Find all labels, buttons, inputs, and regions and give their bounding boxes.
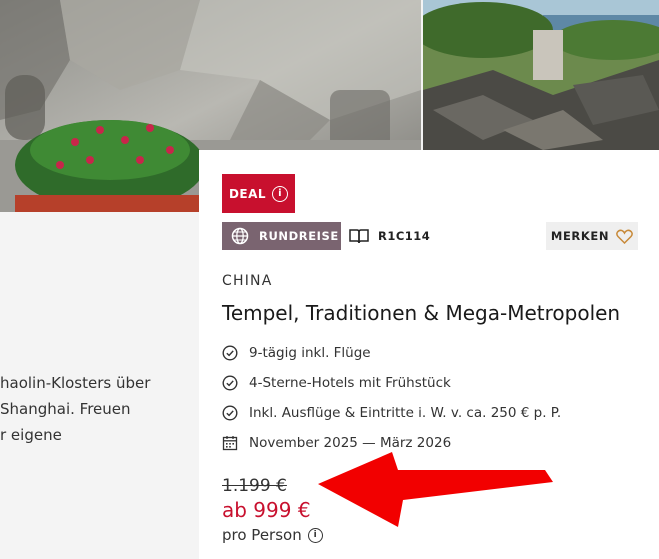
travel-period: November 2025 — März 2026 [249,435,452,451]
info-icon[interactable]: i [272,185,289,202]
feature-item: 4-Sterne-Hotels mit Frühstück [222,368,561,398]
info-icon[interactable]: i [307,527,323,543]
destination-country: CHINA [222,273,273,289]
price-per-person: pro Person i [222,526,323,544]
feature-text: 9-tägig inkl. Flüge [249,345,371,361]
trip-code-label: R1C114 [378,229,431,243]
feature-item: Inkl. Ausflüge & Eintritte i. W. v. ca. … [222,398,561,428]
description-line: haolin-Klosters über [0,374,151,392]
merken-button[interactable]: MERKEN [546,222,638,250]
trip-type-chip: RUNDREISE [222,222,341,250]
deal-badge[interactable]: DEAL i [222,174,295,213]
catalog-book-icon [349,229,369,244]
trip-code: R1C114 [349,222,430,250]
tour-description-snippet: haolin-Klosters über Shanghai. Freuen r … [0,370,190,448]
check-circle-icon [222,405,238,421]
feature-item: November 2025 — März 2026 [222,428,561,458]
check-circle-icon [222,345,238,361]
merken-label: MERKEN [550,229,610,243]
check-circle-icon [222,375,238,391]
description-line: Shanghai. Freuen [0,400,131,418]
per-person-label: pro Person [222,526,302,544]
deal-price: ab 999 € [222,498,311,522]
tour-title[interactable]: Tempel, Traditionen & Mega-Metropolen [222,301,620,325]
old-price: 1.199 € [222,476,287,496]
tour-offer-card[interactable]: DEAL i RUNDREISE R1C114 MERKEN CHINA Tem… [199,150,659,559]
trip-type-label: RUNDREISE [259,229,339,243]
feature-text: 4-Sterne-Hotels mit Frühstück [249,375,451,391]
calendar-icon [222,436,238,451]
feature-list: 9-tägig inkl. Flüge 4-Sterne-Hotels mit … [222,338,561,458]
globe-icon [231,227,249,245]
deal-label: DEAL [228,186,267,201]
tour-photo-garden [423,0,659,150]
feature-text: Inkl. Ausflüge & Eintritte i. W. v. ca. … [249,405,562,421]
description-line: r eigene [0,426,62,444]
heart-icon [616,229,633,244]
feature-item: 9-tägig inkl. Flüge [222,338,561,368]
